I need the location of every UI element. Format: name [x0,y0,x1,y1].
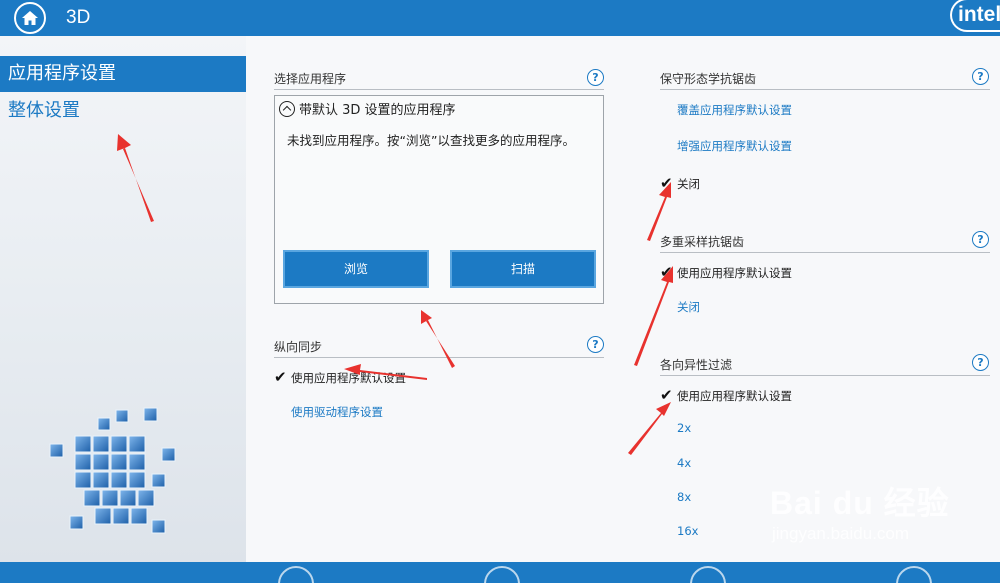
help-icon[interactable]: ? [972,354,989,371]
help-icon[interactable]: ? [972,68,989,85]
help-icon[interactable]: ? [972,231,989,248]
option-label: 使用应用程序默认设置 [677,389,792,403]
option-label: 使用应用程序默认设置 [677,266,792,280]
af-option-app-default[interactable]: ✔ 使用应用程序默认设置 [660,386,792,404]
caa-option-off[interactable]: ✔ 关闭 [660,174,700,192]
title-bar: 3D intel [0,0,1000,36]
af-option-2x[interactable]: 2x [677,421,691,435]
cube-illustration [49,407,176,534]
sidebar-item-app-settings[interactable]: 应用程序设置 [0,56,246,92]
undo-button[interactable] [484,566,520,583]
cancel-button[interactable] [690,566,726,583]
help-icon[interactable]: ? [587,69,604,86]
vsync-option-app-default[interactable]: ✔ 使用应用程序默认设置 [274,368,406,386]
option-label: 关闭 [677,177,700,191]
bottom-action-button[interactable] [278,566,314,583]
browse-button[interactable]: 浏览 [283,250,429,288]
help-icon[interactable]: ? [587,336,604,353]
chevron-up-icon [279,101,295,117]
checkmark-icon: ✔ [660,263,673,281]
checkmark-icon: ✔ [660,174,673,192]
checkmark-icon: ✔ [274,368,287,386]
section-title-conservative-aa: 保守形态学抗锯齿 [660,70,990,90]
af-option-16x[interactable]: 16x [677,524,698,538]
af-option-4x[interactable]: 4x [677,456,691,470]
option-label: 使用应用程序默认设置 [291,371,406,385]
intel-logo: intel [950,0,1000,32]
scan-button[interactable]: 扫描 [450,250,596,288]
bottom-bar [0,562,1000,583]
app-list-box: 带默认 3D 设置的应用程序 未找到应用程序。按“浏览”以查找更多的应用程序。 … [274,95,604,304]
msaa-option-app-default[interactable]: ✔ 使用应用程序默认设置 [660,263,792,281]
checkmark-icon: ✔ [660,386,673,404]
section-title-anisotropic: 各向异性过滤 [660,356,990,376]
caa-option-enhance[interactable]: 增强应用程序默认设置 [677,138,792,154]
msaa-option-off[interactable]: 关闭 [677,299,700,315]
vsync-option-driver[interactable]: 使用驱动程序设置 [291,404,383,420]
caa-option-override[interactable]: 覆盖应用程序默认设置 [677,102,792,118]
section-title-vsync: 纵向同步 [274,338,604,358]
section-title-select-app: 选择应用程序 [274,70,604,90]
sidebar: 应用程序设置 整体设置 [0,36,246,562]
apply-button[interactable] [896,566,932,583]
app-list-toggle[interactable]: 带默认 3D 设置的应用程序 [279,99,456,118]
section-title-msaa: 多重采样抗锯齿 [660,233,990,253]
app-list-header: 带默认 3D 设置的应用程序 [299,103,456,118]
home-icon [22,11,38,25]
home-button[interactable] [14,2,46,34]
af-option-8x[interactable]: 8x [677,490,691,504]
app-title: 3D [66,7,91,28]
sidebar-item-global-settings[interactable]: 整体设置 [0,93,246,129]
no-app-message: 未找到应用程序。按“浏览”以查找更多的应用程序。 [287,133,575,148]
